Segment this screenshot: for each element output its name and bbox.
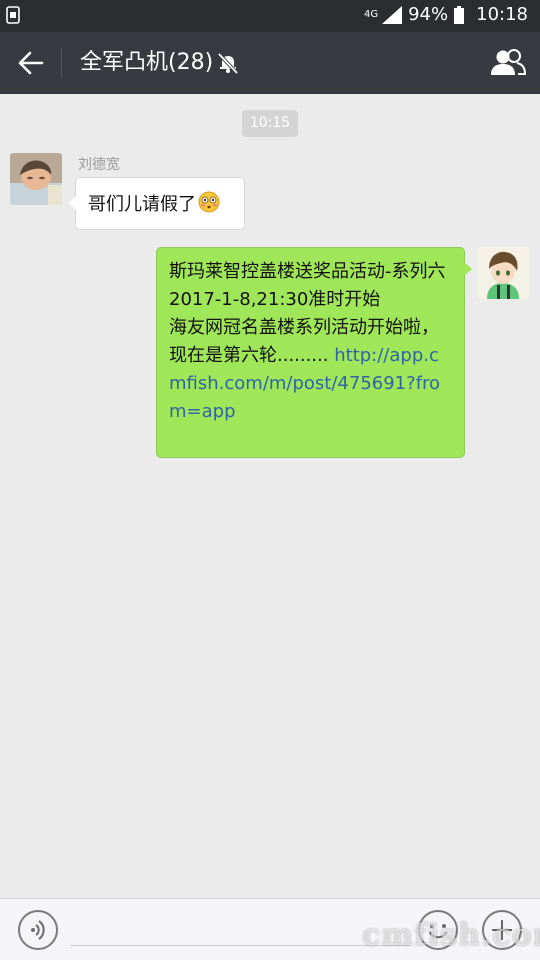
sent-message-bubble[interactable]: 斯玛莱智控盖楼送奖品活动-系列六 2017-1-8,21:30准时开始 海友网冠… (156, 247, 472, 458)
sender-name: 刘德宽 (78, 157, 120, 173)
screenshot-icon (6, 6, 20, 24)
received-message-bubble[interactable]: 哥们儿请假了 (69, 177, 245, 230)
battery-icon (454, 5, 465, 24)
message-line: 2017-1-8,21:30准时开始 (169, 289, 381, 310)
message-line-with-link: 海友网冠名盖楼系列活动开始啦，现在是第六轮......... http://ap… (169, 314, 452, 426)
message-line: 斯玛莱智控盖楼送奖品活动-系列六 (169, 261, 446, 282)
header-divider (61, 48, 62, 78)
chat-header: 全军凸机(28) (0, 32, 540, 94)
flushed-face-emoji-icon (198, 191, 220, 213)
signal-icon (382, 5, 403, 24)
avatar[interactable] (477, 247, 529, 299)
back-arrow-icon[interactable] (16, 49, 44, 77)
message-text: 哥们儿请假了 (88, 194, 196, 215)
voice-icon[interactable] (18, 910, 58, 950)
message-input[interactable] (70, 945, 410, 946)
voice-waves-icon (31, 920, 45, 940)
status-right: 4G 94% 10:18 (364, 4, 528, 25)
status-bar: 4G 94% 10:18 (0, 0, 540, 32)
watermark: cmfish.com (362, 918, 540, 953)
baby-photo-avatar-icon (10, 153, 62, 205)
time-divider: 10:15 (242, 110, 298, 137)
anime-boy-avatar-icon (477, 247, 529, 299)
status-time: 10:18 (476, 4, 528, 25)
battery-percent: 94% (408, 4, 449, 25)
avatar[interactable] (10, 153, 62, 205)
network-type: 4G (363, 8, 379, 20)
mute-bell-icon (217, 52, 239, 75)
chat-title: 全军凸机(28) (80, 50, 214, 75)
group-members-icon[interactable] (490, 48, 526, 78)
